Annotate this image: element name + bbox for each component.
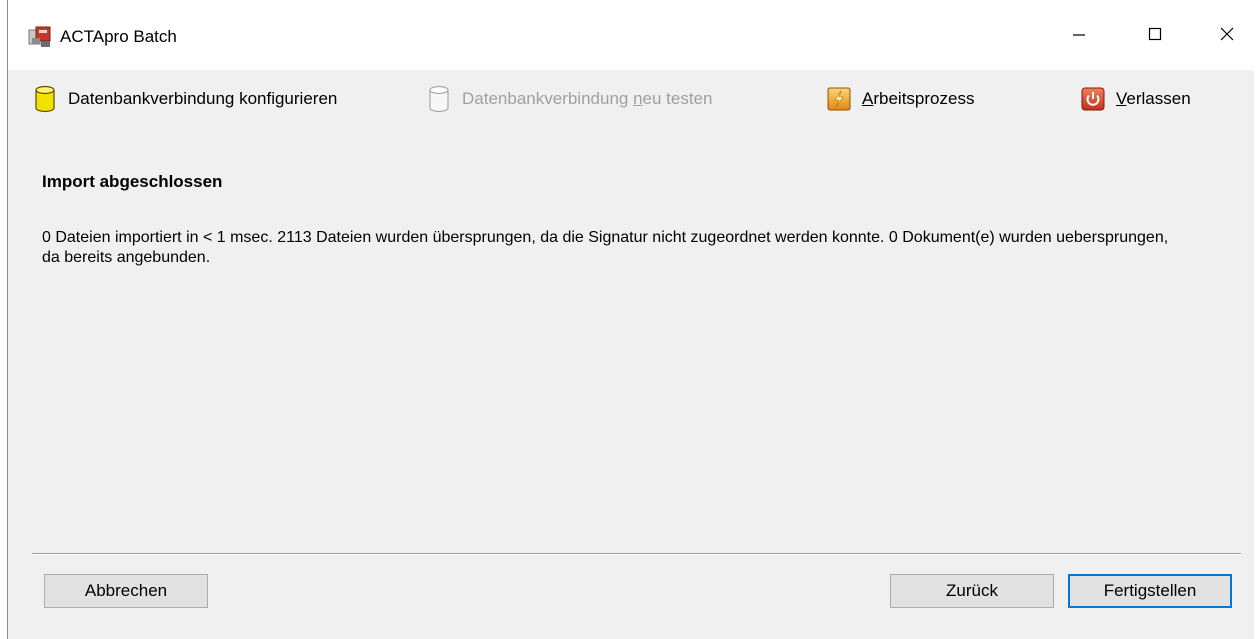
close-button[interactable]	[1204, 18, 1250, 54]
maximize-icon	[1147, 26, 1163, 47]
db-test-label: Datenbankverbindung neu testen	[462, 89, 713, 108]
title-bar[interactable]: ACTApro Batch	[8, 0, 1254, 70]
workflow-button[interactable]: Arbeitsprozess	[826, 84, 974, 114]
db-config-label: Datenbankverbindung konfigurieren	[68, 89, 338, 108]
back-button[interactable]: Zurück	[890, 574, 1054, 608]
finish-button[interactable]: Fertigstellen	[1068, 574, 1232, 608]
app-window: ACTApro Batch Datenbankverbindung konfig…	[7, 0, 1254, 639]
database-icon	[32, 84, 58, 114]
workflow-label: Arbeitsprozess	[862, 89, 975, 108]
lightning-icon	[826, 84, 852, 114]
window-title: ACTApro Batch	[60, 27, 177, 46]
minimize-button[interactable]	[1056, 18, 1102, 54]
db-config-button[interactable]: Datenbankverbindung konfigurieren	[32, 84, 337, 114]
page-title: Import abgeschlossen	[42, 172, 223, 191]
toolbar: Datenbankverbindung konfigurieren Datenb…	[8, 70, 1254, 130]
minimize-icon	[1071, 26, 1087, 47]
close-icon	[1219, 26, 1235, 47]
import-result-message: 0 Dateien importiert in < 1 msec. 2113 D…	[42, 229, 1169, 266]
database-icon	[426, 84, 452, 114]
power-icon	[1080, 84, 1106, 114]
footer-divider	[32, 553, 1241, 555]
exit-label: Verlassen	[1116, 89, 1191, 108]
db-test-button[interactable]: Datenbankverbindung neu testen	[426, 84, 713, 114]
cancel-button[interactable]: Abbrechen	[44, 574, 208, 608]
app-logo-icon	[28, 26, 52, 48]
maximize-button[interactable]	[1132, 18, 1178, 54]
exit-button[interactable]: Verlassen	[1080, 84, 1191, 114]
